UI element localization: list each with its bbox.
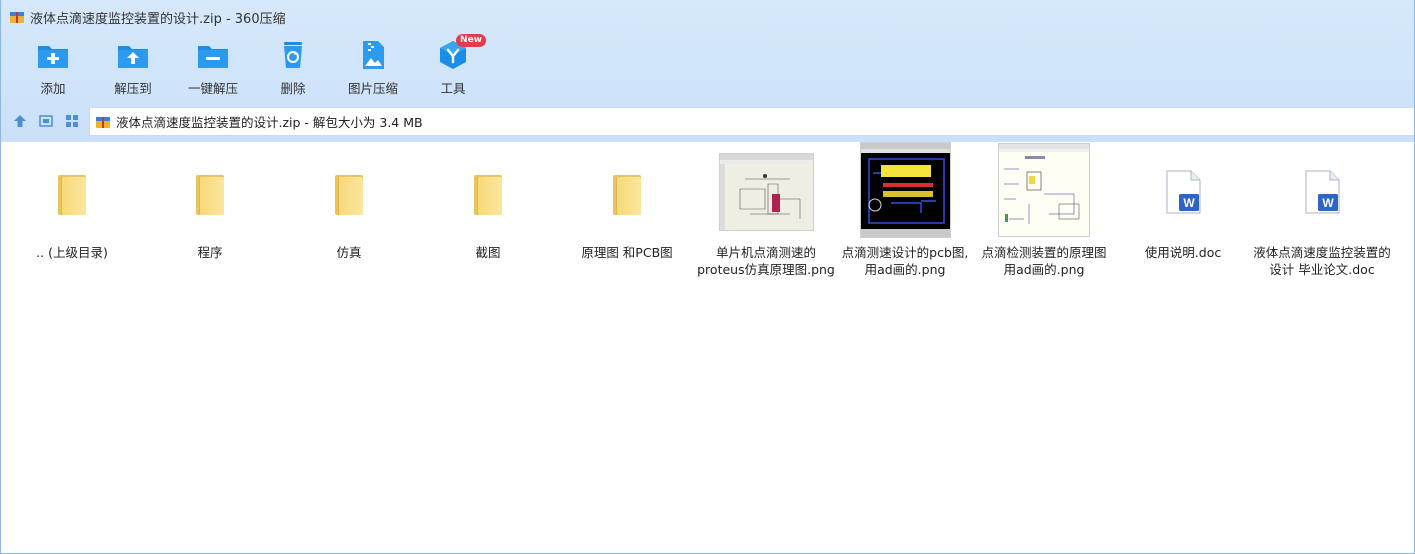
tools-button[interactable]: New 工具 (413, 34, 493, 98)
svg-text:W: W (1322, 196, 1334, 210)
archive-path-text: 液体点滴速度监控装置的设计.zip - 解包大小为 3.4 MB (116, 115, 423, 130)
folder-icon (58, 174, 86, 215)
delete-icon (276, 40, 310, 70)
item-label: 截图 (475, 245, 501, 260)
tools-icon: New (436, 34, 486, 70)
item-label-line2: 用ad画的.png (864, 262, 946, 277)
image-file-item[interactable]: 点滴测速设计的pcb图, 用ad画的.png (835, 142, 975, 292)
one-click-extract-icon (196, 40, 230, 70)
zip-archive-icon (9, 9, 25, 25)
add-icon (36, 40, 70, 70)
word-document-icon: W (1165, 170, 1201, 214)
folder-item[interactable]: 程序 (140, 142, 280, 292)
window-chrome: 液体点滴速度监控装置的设计.zip - 360压缩 添加 解压到 一键解压 删除… (1, 0, 1414, 142)
parent-folder-item[interactable]: .. (上级目录) (2, 142, 142, 292)
folder-icon (613, 174, 641, 215)
folder-icon (474, 174, 502, 215)
folder-item[interactable]: 原理图 和PCB图 (557, 142, 697, 292)
title-bar: 液体点滴速度监控装置的设计.zip - 360压缩 (1, 0, 1414, 34)
item-label-line1: 点滴检测装置的原理图 (981, 245, 1107, 260)
item-label: 使用说明.doc (1144, 245, 1222, 260)
image-file-item[interactable]: 单片机点滴测速的 proteus仿真原理图.png (696, 142, 836, 292)
folder-item[interactable]: 仿真 (279, 142, 419, 292)
grid-view-icon[interactable] (63, 112, 81, 130)
image-file-item[interactable]: 点滴检测装置的原理图 用ad画的.png (974, 142, 1114, 292)
zip-archive-icon (95, 114, 111, 130)
detail-view-icon[interactable] (37, 112, 55, 130)
item-label-line2: proteus仿真原理图.png (697, 262, 835, 277)
up-arrow-icon[interactable] (11, 112, 29, 130)
folder-icon (335, 174, 363, 215)
folder-item[interactable]: 截图 (418, 142, 558, 292)
item-label-line1: 点滴测速设计的pcb图, (841, 245, 969, 260)
doc-file-item[interactable]: W 使用说明.doc (1113, 142, 1253, 292)
add-button[interactable]: 添加 (13, 40, 93, 98)
extract-to-icon (116, 40, 150, 70)
extract-to-button[interactable]: 解压到 (93, 40, 173, 98)
navigation-bar: 液体点滴速度监控装置的设计.zip - 解包大小为 3.4 MB (1, 104, 1414, 138)
image-compress-button[interactable]: 图片压缩 (333, 40, 413, 98)
item-label-line1: 液体点滴速度监控装置的 (1253, 245, 1391, 260)
image-thumbnail (998, 143, 1090, 237)
item-label-line1: 单片机点滴测速的 (715, 245, 816, 260)
path-bar[interactable]: 液体点滴速度监控装置的设计.zip - 解包大小为 3.4 MB (89, 107, 1414, 136)
folder-icon (196, 174, 224, 215)
item-label-line2: 用ad画的.png (1003, 262, 1085, 277)
image-thumbnail (718, 153, 814, 231)
item-label: 原理图 和PCB图 (581, 245, 673, 260)
toolbar: 添加 解压到 一键解压 删除 图片压缩 New 工具 (1, 34, 1414, 102)
word-document-icon: W (1304, 170, 1340, 214)
file-list: .. (上级目录) 程序 仿真 截图 原理图 和PCB图 单片机点滴测速的 pr… (2, 142, 1413, 552)
image-thumbnail (859, 142, 951, 238)
new-badge: New (456, 34, 486, 47)
window-title: 液体点滴速度监控装置的设计.zip - 360压缩 (30, 11, 286, 27)
item-label: .. (上级目录) (36, 245, 108, 260)
image-compress-icon (356, 40, 390, 70)
app-window: 液体点滴速度监控装置的设计.zip - 360压缩 添加 解压到 一键解压 删除… (0, 0, 1415, 554)
svg-text:W: W (1183, 196, 1195, 210)
item-label-line2: 设计 毕业论文.doc (1269, 262, 1375, 277)
delete-button[interactable]: 删除 (253, 40, 333, 98)
item-label: 仿真 (336, 245, 362, 260)
doc-file-item[interactable]: W 液体点滴速度监控装置的 设计 毕业论文.doc (1252, 142, 1392, 292)
one-click-extract-button[interactable]: 一键解压 (173, 40, 253, 98)
item-label: 程序 (197, 245, 223, 260)
